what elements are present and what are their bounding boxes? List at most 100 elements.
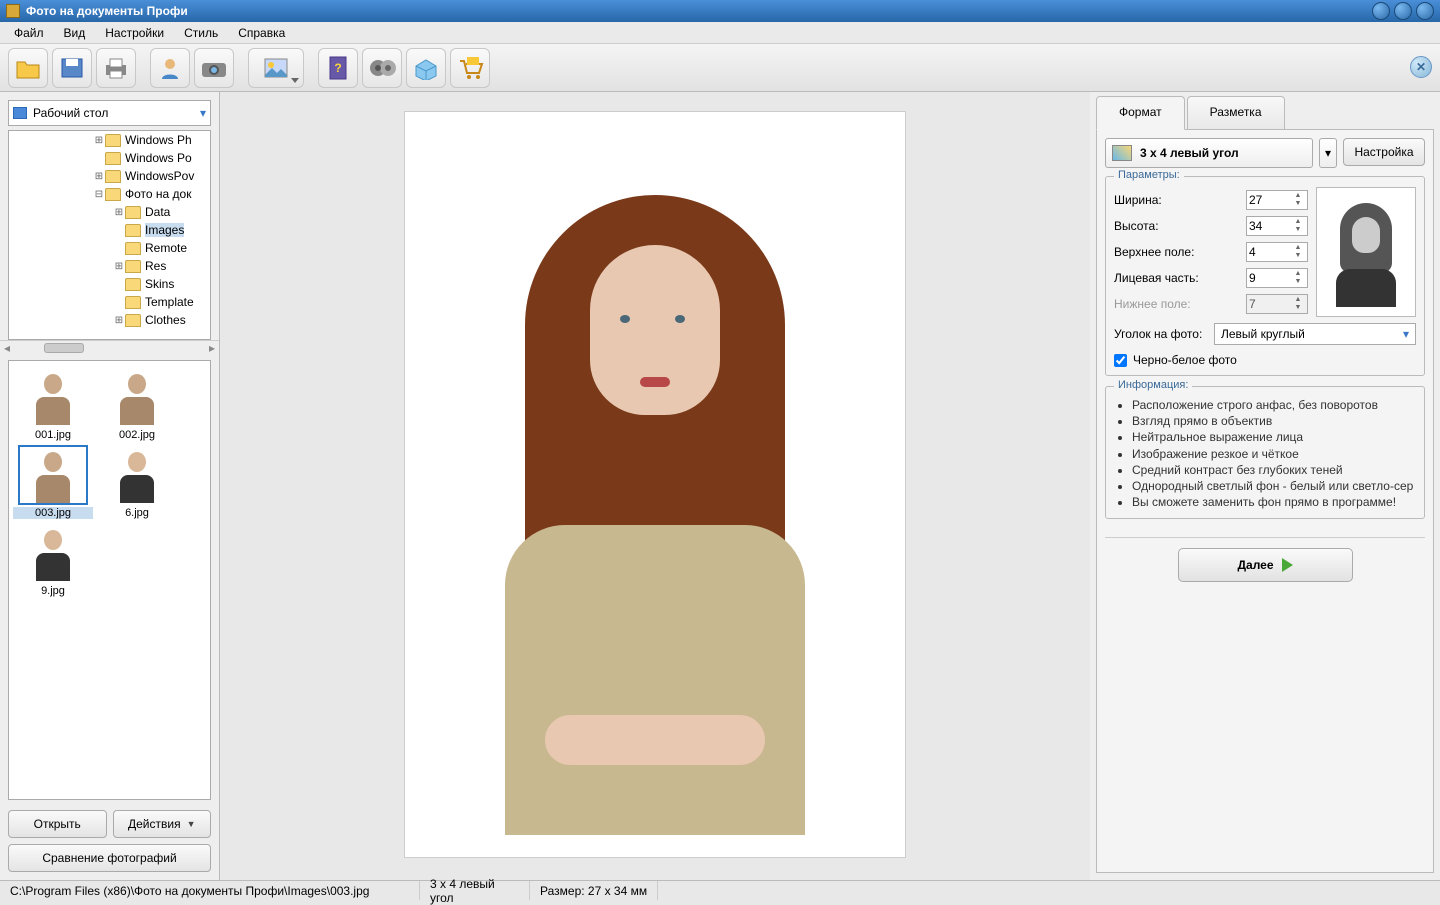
path-label: Рабочий стол	[33, 106, 108, 120]
canvas-area	[220, 92, 1090, 880]
folder-icon	[125, 314, 141, 327]
top-margin-label: Верхнее поле:	[1114, 245, 1246, 259]
corner-label: Уголок на фото:	[1114, 327, 1214, 341]
parameters-group: Параметры: Ширина: ▲▼ Высота: ▲▼ Верхнее…	[1105, 176, 1425, 376]
status-bar: C:\Program Files (x86)\Фото на документы…	[0, 880, 1440, 900]
thumbnail-item[interactable]: 003.jpg	[13, 445, 93, 519]
minimize-button[interactable]	[1372, 2, 1390, 20]
bottom-margin-label: Нижнее поле:	[1114, 297, 1246, 311]
tree-item[interactable]: ⊟Фото на док	[9, 185, 210, 203]
save-button[interactable]	[52, 48, 92, 88]
status-format: 3 x 4 левый угол	[420, 881, 530, 900]
top-margin-spinner[interactable]: ▲▼	[1246, 242, 1308, 262]
height-spinner[interactable]: ▲▼	[1246, 216, 1308, 236]
arrow-right-icon	[1282, 558, 1293, 572]
chevron-down-icon: ▾	[200, 106, 206, 120]
camera-button[interactable]	[194, 48, 234, 88]
menu-view[interactable]: Вид	[54, 24, 96, 42]
tree-scrollbar[interactable]: ◂▸	[0, 340, 219, 354]
open-button[interactable]: Открыть	[8, 810, 107, 838]
tree-item[interactable]: ⊞Clothes	[9, 311, 210, 329]
info-item: Вы сможете заменить фон прямо в программ…	[1132, 494, 1416, 510]
format-icon	[1112, 145, 1132, 161]
open-folder-button[interactable]	[8, 48, 48, 88]
tab-markup[interactable]: Разметка	[1187, 96, 1285, 130]
person-illustration	[445, 135, 865, 835]
thumbnail-item[interactable]: 6.jpg	[97, 445, 177, 519]
main-photo[interactable]	[405, 112, 905, 857]
person-button[interactable]	[150, 48, 190, 88]
corner-select[interactable]: Левый круглый▾	[1214, 323, 1416, 345]
folder-icon	[125, 296, 141, 309]
tree-item[interactable]: Remote	[9, 239, 210, 257]
sidebar: Рабочий стол ▾ ⊞Windows PhWindows Po⊞Win…	[0, 92, 220, 880]
video-button[interactable]	[362, 48, 402, 88]
toolbar: ? ✕	[0, 44, 1440, 92]
window-title: Фото на документы Профи	[26, 4, 1368, 18]
menu-style[interactable]: Стиль	[174, 24, 228, 42]
height-label: Высота:	[1114, 219, 1246, 233]
tree-item[interactable]: ⊞Windows Ph	[9, 131, 210, 149]
folder-icon	[125, 278, 141, 291]
tree-item[interactable]: ⊞WindowsPov	[9, 167, 210, 185]
menu-file[interactable]: Файл	[4, 24, 54, 42]
thumbnail-grid: 001.jpg002.jpg003.jpg6.jpg9.jpg	[8, 360, 211, 800]
folder-icon	[125, 206, 141, 219]
close-button[interactable]	[1416, 2, 1434, 20]
status-path: C:\Program Files (x86)\Фото на документы…	[0, 881, 420, 900]
tree-item[interactable]: Windows Po	[9, 149, 210, 167]
desktop-icon	[13, 107, 27, 119]
folder-icon	[125, 224, 141, 237]
bottom-margin-spinner: ▲▼	[1246, 294, 1308, 314]
maximize-button[interactable]	[1394, 2, 1412, 20]
status-size: Размер: 27 x 34 мм	[530, 881, 658, 900]
bw-checkbox[interactable]	[1114, 354, 1127, 367]
tree-item[interactable]: ⊞Res	[9, 257, 210, 275]
format-preview	[1316, 187, 1416, 317]
folder-icon	[105, 188, 121, 201]
width-spinner[interactable]: ▲▼	[1246, 190, 1308, 210]
tree-item[interactable]: Template	[9, 293, 210, 311]
menu-help[interactable]: Справка	[228, 24, 295, 42]
tree-item[interactable]: Images	[9, 221, 210, 239]
image-tools-button[interactable]	[248, 48, 304, 88]
menu-bar: Файл Вид Настройки Стиль Справка	[0, 22, 1440, 44]
thumbnail-item[interactable]: 001.jpg	[13, 367, 93, 441]
path-selector[interactable]: Рабочий стол ▾	[8, 100, 211, 126]
folder-icon	[125, 242, 141, 255]
info-item: Нейтральное выражение лица	[1132, 429, 1416, 445]
help-book-button[interactable]: ?	[318, 48, 358, 88]
info-item: Взгляд прямо в объектив	[1132, 413, 1416, 429]
face-part-spinner[interactable]: ▲▼	[1246, 268, 1308, 288]
folder-icon	[105, 134, 121, 147]
tab-format[interactable]: Формат	[1096, 96, 1185, 130]
next-button[interactable]: Далее	[1178, 548, 1353, 582]
right-panel: Формат Разметка 3 x 4 левый угол ▾ Настр…	[1090, 92, 1440, 880]
app-icon	[6, 4, 20, 18]
actions-button[interactable]: Действия▼	[113, 810, 212, 838]
info-item: Изображение резкое и чёткое	[1132, 446, 1416, 462]
folder-tree[interactable]: ⊞Windows PhWindows Po⊞WindowsPov⊟Фото на…	[8, 130, 211, 340]
info-legend: Информация:	[1114, 379, 1192, 391]
params-legend: Параметры:	[1114, 169, 1184, 181]
width-label: Ширина:	[1114, 193, 1246, 207]
tree-item[interactable]: ⊞Data	[9, 203, 210, 221]
thumbnail-item[interactable]: 9.jpg	[13, 523, 93, 597]
folder-icon	[105, 170, 121, 183]
svg-text:?: ?	[334, 61, 341, 75]
info-group: Информация: Расположение строго анфас, б…	[1105, 386, 1425, 519]
format-dropdown-button[interactable]: ▾	[1319, 138, 1337, 168]
title-bar: Фото на документы Профи	[0, 0, 1440, 22]
tree-item[interactable]: Skins	[9, 275, 210, 293]
thumbnail-item[interactable]: 002.jpg	[97, 367, 177, 441]
format-settings-button[interactable]: Настройка	[1343, 138, 1425, 166]
format-select[interactable]: 3 x 4 левый угол	[1105, 138, 1313, 168]
print-button[interactable]	[96, 48, 136, 88]
folder-icon	[125, 260, 141, 273]
menu-settings[interactable]: Настройки	[95, 24, 174, 42]
toolbar-close-icon[interactable]: ✕	[1410, 56, 1432, 78]
info-item: Средний контраст без глубоких теней	[1132, 462, 1416, 478]
package-button[interactable]	[406, 48, 446, 88]
cart-button[interactable]	[450, 48, 490, 88]
compare-button[interactable]: Сравнение фотографий	[8, 844, 211, 872]
